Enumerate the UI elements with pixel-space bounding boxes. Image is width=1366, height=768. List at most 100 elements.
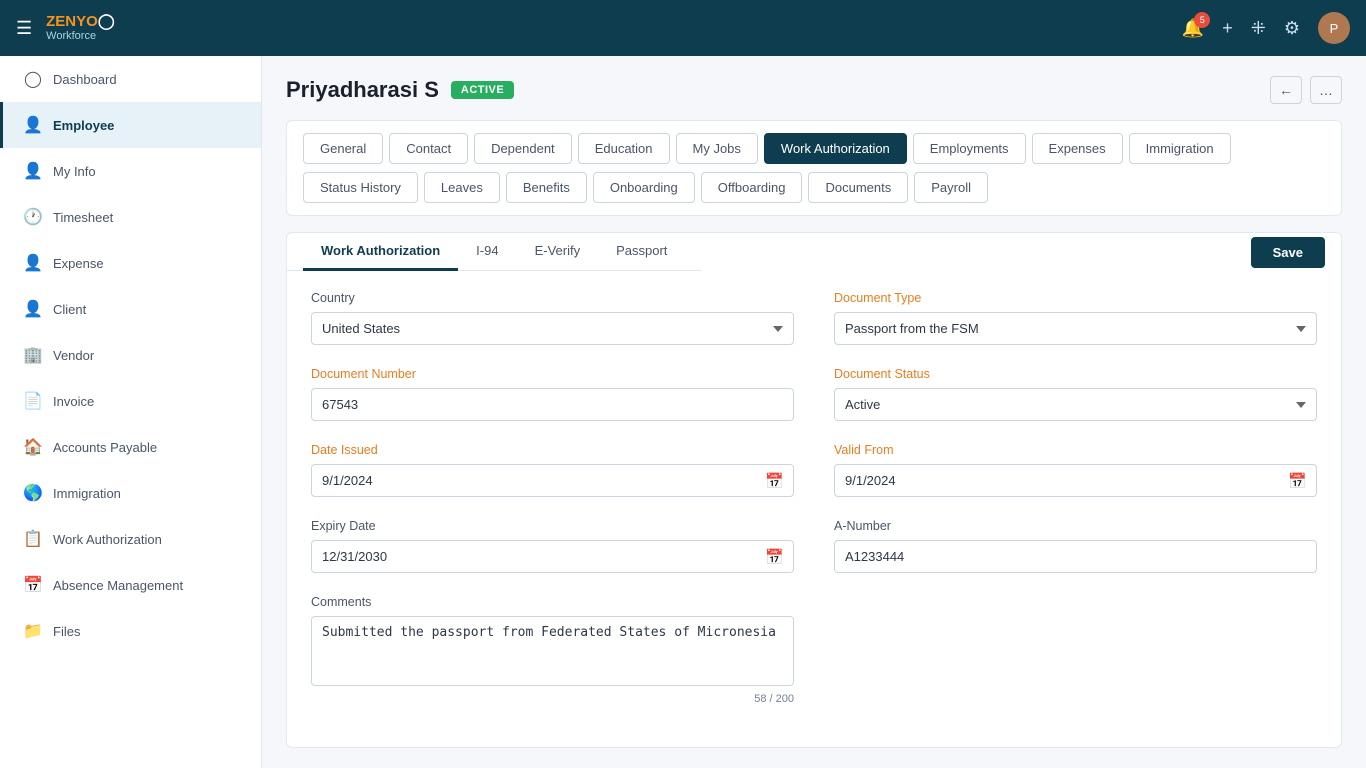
tab-benefits[interactable]: Benefits — [506, 172, 587, 203]
content-area: Priyadharasi S ACTIVE ← … General Contac… — [262, 56, 1366, 768]
form-row-3: Date Issued 📅 Valid From 📅 — [311, 443, 1317, 497]
sidebar-item-accounts-payable[interactable]: 🏠 Accounts Payable — [0, 424, 261, 470]
empty-right-group — [834, 595, 1317, 705]
logo-subtext: Workforce — [46, 30, 114, 42]
sidebar-item-files[interactable]: 📁 Files — [0, 608, 261, 654]
back-button[interactable]: ← — [1270, 76, 1302, 104]
tab-immigration[interactable]: Immigration — [1129, 133, 1231, 164]
sidebar-label-work-authorization: Work Authorization — [53, 532, 162, 547]
sidebar-item-employee[interactable]: 👤 Employee — [0, 102, 261, 148]
tab-dependent[interactable]: Dependent — [474, 133, 572, 164]
tab-status-history[interactable]: Status History — [303, 172, 418, 203]
status-badge: ACTIVE — [451, 81, 514, 99]
subtab-i94[interactable]: I-94 — [458, 233, 516, 271]
save-button[interactable]: Save — [1251, 237, 1325, 268]
tab-leaves[interactable]: Leaves — [424, 172, 500, 203]
employee-icon: 👤 — [23, 115, 43, 135]
sidebar-label-dashboard: Dashboard — [53, 72, 117, 87]
document-status-select[interactable]: Active — [834, 388, 1317, 421]
hamburger-icon[interactable]: ☰ — [16, 18, 32, 39]
myinfo-icon: 👤 — [23, 161, 43, 181]
comments-textarea[interactable]: Submitted the passport from Federated St… — [311, 616, 794, 686]
sidebar-item-myinfo[interactable]: 👤 My Info — [0, 148, 261, 194]
sidebar-item-client[interactable]: 👤 Client — [0, 286, 261, 332]
document-type-select[interactable]: Passport from the FSM — [834, 312, 1317, 345]
tab-general[interactable]: General — [303, 133, 383, 164]
sidebar-item-absence-management[interactable]: 📅 Absence Management — [0, 562, 261, 608]
document-type-label: Document Type — [834, 291, 1317, 305]
comments-char-count: 58 / 200 — [311, 693, 794, 705]
tab-my-jobs[interactable]: My Jobs — [676, 133, 758, 164]
expense-icon: 👤 — [23, 253, 43, 273]
notification-icon[interactable]: 🔔 5 — [1182, 18, 1204, 39]
a-number-label: A-Number — [834, 519, 1317, 533]
tab-documents[interactable]: Documents — [808, 172, 908, 203]
work-authorization-icon: 📋 — [23, 529, 43, 549]
sidebar-item-invoice[interactable]: 📄 Invoice — [0, 378, 261, 424]
absence-management-icon: 📅 — [23, 575, 43, 595]
form-row-1: Country United States Document Type Pass… — [311, 291, 1317, 345]
subtabs: Work Authorization I-94 E-Verify Passpor… — [287, 233, 701, 271]
sidebar: ◯ Dashboard 👤 Employee 👤 My Info 🕐 Times… — [0, 56, 262, 768]
document-type-group: Document Type Passport from the FSM — [834, 291, 1317, 345]
expiry-date-label: Expiry Date — [311, 519, 794, 533]
date-issued-input[interactable] — [311, 464, 794, 497]
tab-offboarding[interactable]: Offboarding — [701, 172, 803, 203]
client-icon: 👤 — [23, 299, 43, 319]
expiry-date-group: Expiry Date 📅 — [311, 519, 794, 573]
valid-from-input[interactable] — [834, 464, 1317, 497]
subtab-work-authorization[interactable]: Work Authorization — [303, 233, 458, 271]
country-select[interactable]: United States — [311, 312, 794, 345]
sidebar-label-myinfo: My Info — [53, 164, 96, 179]
tabs-card: General Contact Dependent Education My J… — [286, 120, 1342, 216]
page-title-row: Priyadharasi S ACTIVE — [286, 77, 514, 103]
expiry-date-input[interactable] — [311, 540, 794, 573]
page-header: Priyadharasi S ACTIVE ← … — [286, 76, 1342, 104]
comments-label: Comments — [311, 595, 794, 609]
tab-contact[interactable]: Contact — [389, 133, 468, 164]
avatar[interactable]: P — [1318, 12, 1350, 44]
sidebar-item-expense[interactable]: 👤 Expense — [0, 240, 261, 286]
valid-from-calendar-icon[interactable]: 📅 — [1288, 472, 1307, 490]
sidebar-label-invoice: Invoice — [53, 394, 94, 409]
more-options-button[interactable]: … — [1310, 76, 1342, 104]
sidebar-item-timesheet[interactable]: 🕐 Timesheet — [0, 194, 261, 240]
logo-text: ZENYO◯ — [46, 14, 114, 31]
sidebar-item-dashboard[interactable]: ◯ Dashboard — [0, 56, 261, 102]
date-issued-calendar-icon[interactable]: 📅 — [765, 472, 784, 490]
add-icon[interactable]: + — [1222, 18, 1233, 39]
document-number-label: Document Number — [311, 367, 794, 381]
date-issued-group: Date Issued 📅 — [311, 443, 794, 497]
notification-badge: 5 — [1194, 12, 1210, 28]
subtab-everify[interactable]: E-Verify — [517, 233, 599, 271]
tabs-row2: Status History Leaves Benefits Onboardin… — [287, 164, 1341, 215]
tab-work-authorization[interactable]: Work Authorization — [764, 133, 907, 164]
dashboard-icon: ◯ — [23, 69, 43, 89]
tab-expenses[interactable]: Expenses — [1032, 133, 1123, 164]
sidebar-label-employee: Employee — [53, 118, 114, 133]
sidebar-item-work-authorization[interactable]: 📋 Work Authorization — [0, 516, 261, 562]
sidebar-item-immigration[interactable]: 🌎 Immigration — [0, 470, 261, 516]
sidebar-item-vendor[interactable]: 🏢 Vendor — [0, 332, 261, 378]
apps-icon[interactable]: ⁜ — [1251, 18, 1266, 39]
document-number-input[interactable] — [311, 388, 794, 421]
tab-employments[interactable]: Employments — [913, 133, 1026, 164]
subtab-passport[interactable]: Passport — [598, 233, 685, 271]
tab-education[interactable]: Education — [578, 133, 670, 164]
sidebar-label-accounts-payable: Accounts Payable — [53, 440, 157, 455]
logo: ZENYO◯ Workforce — [46, 14, 114, 43]
document-number-group: Document Number — [311, 367, 794, 421]
form-row-2: Document Number Document Status Active — [311, 367, 1317, 421]
valid-from-label: Valid From — [834, 443, 1317, 457]
tab-payroll[interactable]: Payroll — [914, 172, 988, 203]
timesheet-icon: 🕐 — [23, 207, 43, 227]
a-number-input[interactable] — [834, 540, 1317, 573]
country-group: Country United States — [311, 291, 794, 345]
expiry-date-calendar-icon[interactable]: 📅 — [765, 548, 784, 566]
valid-from-wrapper: 📅 — [834, 464, 1317, 497]
accounts-payable-icon: 🏠 — [23, 437, 43, 457]
invoice-icon: 📄 — [23, 391, 43, 411]
sidebar-label-absence-management: Absence Management — [53, 578, 183, 593]
tab-onboarding[interactable]: Onboarding — [593, 172, 695, 203]
settings-icon[interactable]: ⚙ — [1284, 18, 1300, 39]
